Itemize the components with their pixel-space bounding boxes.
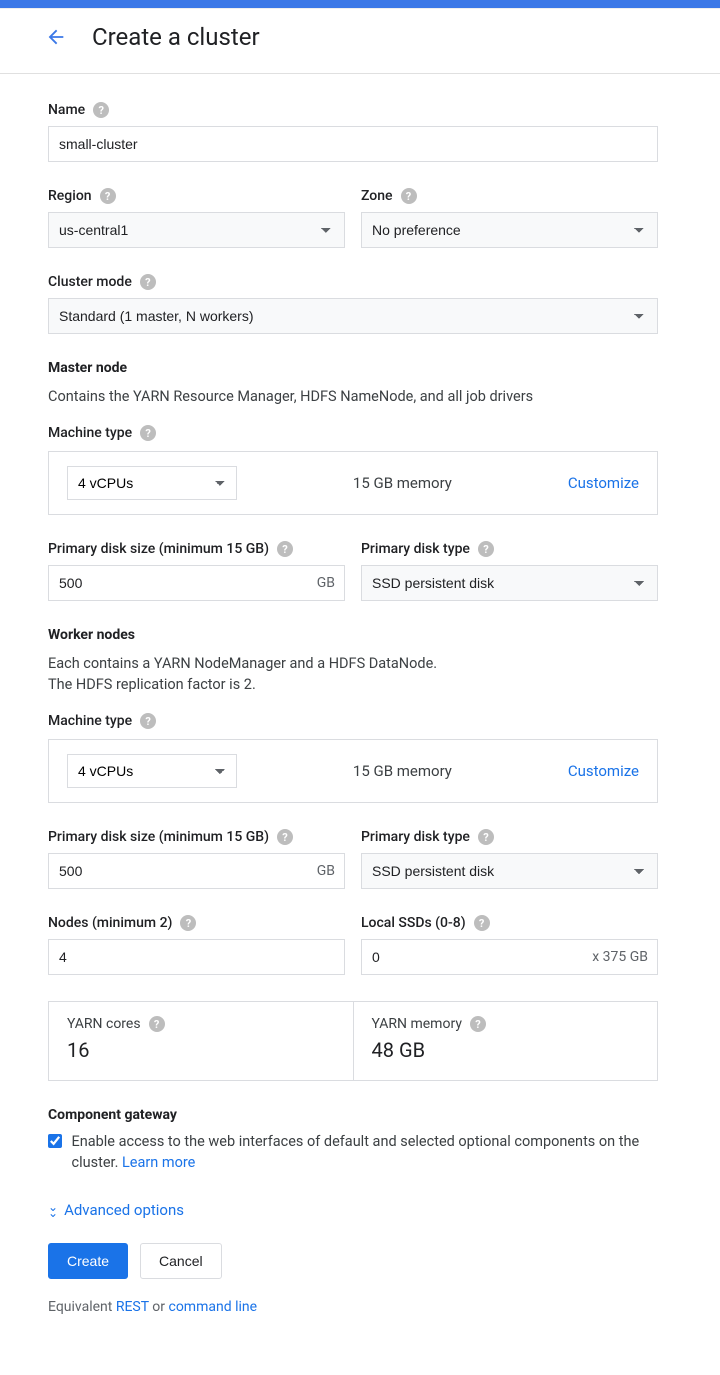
- name-label-row: Name ?: [48, 102, 658, 118]
- cancel-button[interactable]: Cancel: [140, 1243, 222, 1279]
- region-select[interactable]: us-central1: [48, 212, 345, 248]
- equivalent-row: Equivalent REST or command line: [48, 1299, 658, 1315]
- cluster-mode-select[interactable]: Standard (1 master, N workers): [48, 298, 658, 334]
- create-button[interactable]: Create: [48, 1243, 128, 1279]
- command-line-link[interactable]: command line: [168, 1299, 257, 1315]
- worker-customize-link[interactable]: Customize: [568, 762, 639, 780]
- advanced-options-toggle[interactable]: ⌄⌄ Advanced options: [48, 1201, 658, 1219]
- local-ssds-label: Local SSDs (0-8): [361, 915, 466, 931]
- help-icon[interactable]: ?: [478, 541, 494, 557]
- region-zone-row: Region ? us-central1 Zone ? No preferenc…: [48, 188, 658, 248]
- help-icon[interactable]: ?: [100, 188, 116, 204]
- master-disk-type-label: Primary disk type: [361, 541, 470, 557]
- cluster-mode-label: Cluster mode: [48, 274, 132, 290]
- worker-memory-text: 15 GB memory: [237, 762, 568, 780]
- worker-disk-type-label: Primary disk type: [361, 829, 470, 845]
- name-label: Name: [48, 102, 85, 118]
- yarn-memory-value: 48 GB: [372, 1038, 640, 1062]
- help-icon[interactable]: ?: [149, 1016, 165, 1032]
- help-icon[interactable]: ?: [140, 713, 156, 729]
- help-icon[interactable]: ?: [93, 102, 109, 118]
- help-icon[interactable]: ?: [140, 425, 156, 441]
- nodes-label: Nodes (minimum 2): [48, 915, 172, 931]
- help-icon[interactable]: ?: [474, 915, 490, 931]
- nodes-input[interactable]: [48, 939, 345, 975]
- help-icon[interactable]: ?: [277, 829, 293, 845]
- zone-select[interactable]: No preference: [361, 212, 658, 248]
- help-icon[interactable]: ?: [470, 1016, 486, 1032]
- worker-disk-size-label: Primary disk size (minimum 15 GB): [48, 829, 269, 845]
- top-accent-bar: [0, 0, 720, 8]
- master-disk-size-input[interactable]: [48, 565, 345, 601]
- chevron-down-icon: ⌄⌄: [48, 1204, 56, 1216]
- master-disk-type-select[interactable]: SSD persistent disk: [361, 565, 658, 601]
- master-machine-card: 4 vCPUs 15 GB memory Customize: [48, 451, 658, 515]
- component-gateway-desc: Enable access to the web interfaces of d…: [72, 1131, 659, 1173]
- master-node-title: Master node: [48, 360, 658, 376]
- yarn-memory-label: YARN memory: [372, 1016, 462, 1032]
- name-input[interactable]: [48, 126, 658, 162]
- master-cpu-select[interactable]: 4 vCPUs: [67, 466, 237, 500]
- master-node-desc: Contains the YARN Resource Manager, HDFS…: [48, 386, 658, 407]
- yarn-cores-value: 16: [67, 1038, 335, 1062]
- master-disk-size-label: Primary disk size (minimum 15 GB): [48, 541, 269, 557]
- learn-more-link[interactable]: Learn more: [122, 1154, 195, 1171]
- region-label: Region: [48, 188, 92, 204]
- worker-machine-card: 4 vCPUs 15 GB memory Customize: [48, 739, 658, 803]
- master-machine-type-label: Machine type: [48, 425, 132, 441]
- help-icon[interactable]: ?: [180, 915, 196, 931]
- help-icon[interactable]: ?: [277, 541, 293, 557]
- help-icon[interactable]: ?: [140, 274, 156, 290]
- page-title: Create a cluster: [92, 23, 260, 51]
- help-icon[interactable]: ?: [478, 829, 494, 845]
- zone-label: Zone: [361, 188, 393, 204]
- help-icon[interactable]: ?: [401, 188, 417, 204]
- page-header: Create a cluster: [0, 9, 720, 74]
- master-memory-text: 15 GB memory: [237, 474, 568, 492]
- back-arrow-icon[interactable]: [44, 25, 68, 49]
- component-gateway-title: Component gateway: [48, 1107, 658, 1123]
- master-customize-link[interactable]: Customize: [568, 474, 639, 492]
- form-body: Name ? Region ? us-central1 Zone ?: [0, 74, 700, 1343]
- worker-nodes-desc: Each contains a YARN NodeManager and a H…: [48, 653, 658, 695]
- yarn-cores-label: YARN cores: [67, 1016, 141, 1032]
- component-gateway-checkbox[interactable]: [48, 1133, 62, 1149]
- worker-cpu-select[interactable]: 4 vCPUs: [67, 754, 237, 788]
- rest-link[interactable]: REST: [116, 1299, 149, 1315]
- yarn-summary-box: YARN cores ? 16 YARN memory ? 48 GB: [48, 1001, 658, 1081]
- page-container: Create a cluster Name ? Region ? us-cent…: [0, 8, 720, 1343]
- worker-disk-type-select[interactable]: SSD persistent disk: [361, 853, 658, 889]
- local-ssds-input[interactable]: [361, 939, 658, 975]
- worker-disk-size-input[interactable]: [48, 853, 345, 889]
- worker-nodes-title: Worker nodes: [48, 627, 658, 643]
- worker-machine-type-label: Machine type: [48, 713, 132, 729]
